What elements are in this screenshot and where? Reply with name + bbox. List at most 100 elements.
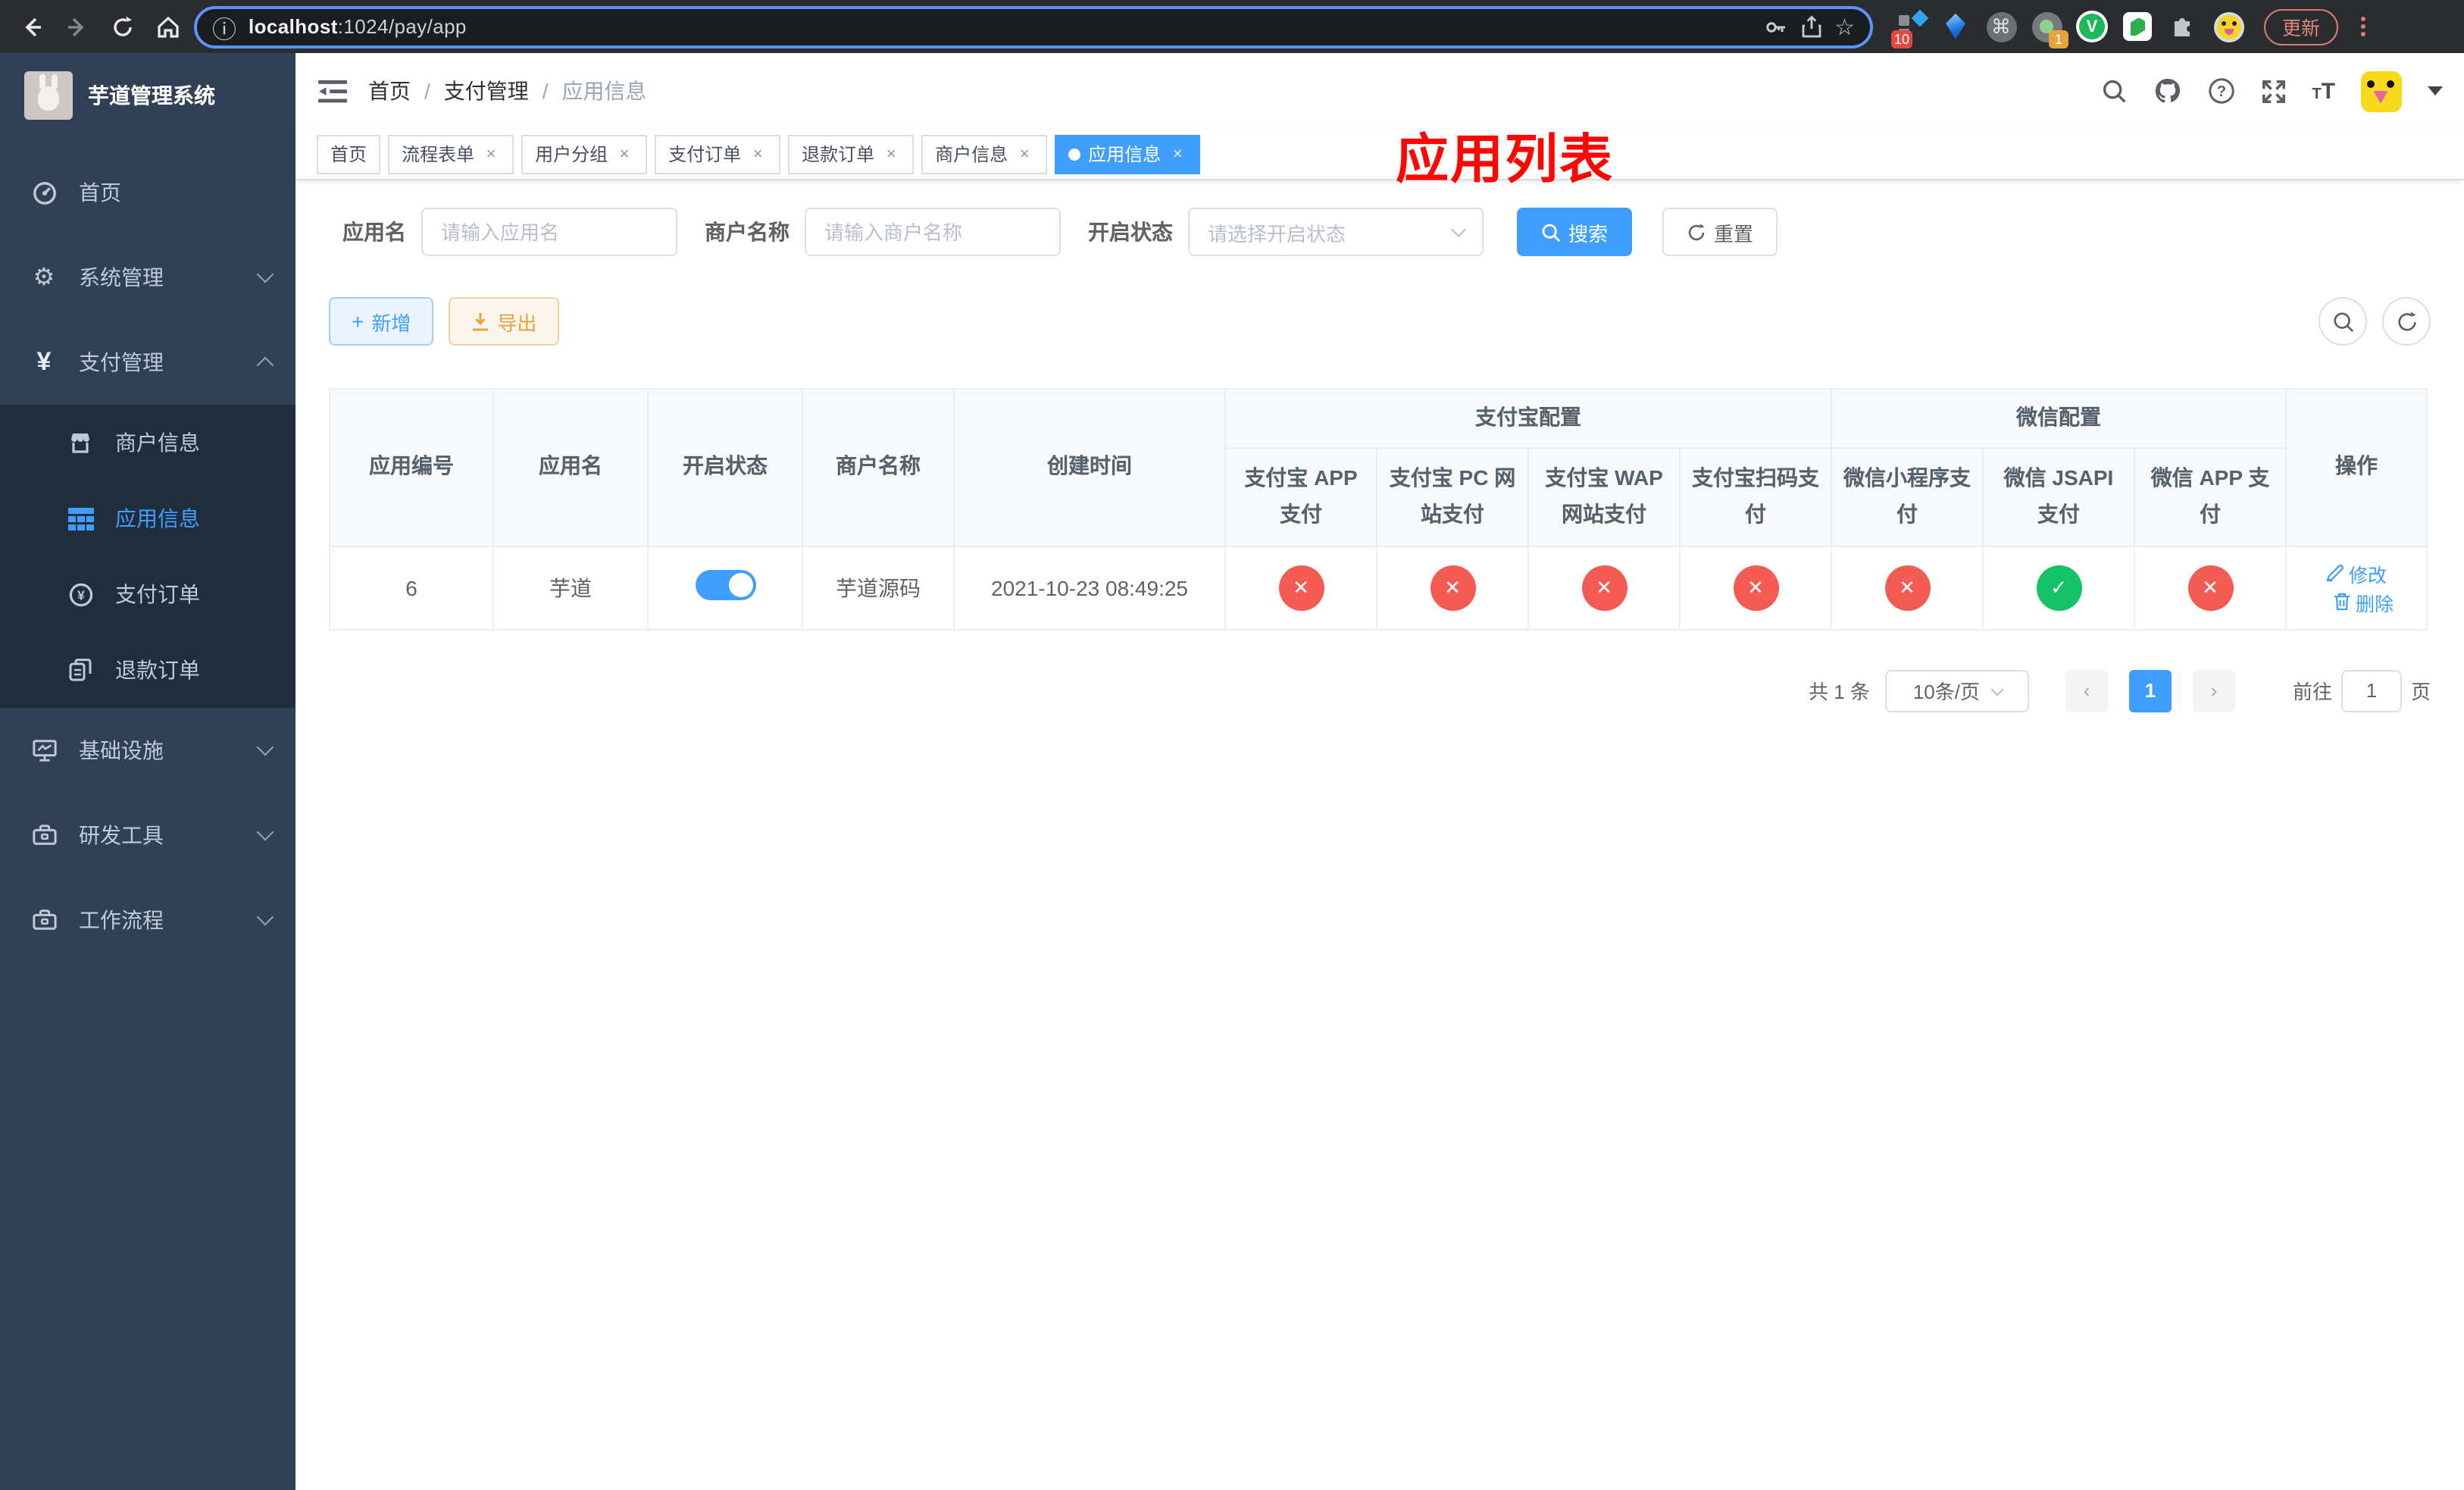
active-dot — [1068, 148, 1081, 160]
toggle-search-button[interactable] — [2319, 297, 2367, 346]
search-button[interactable]: 搜索 — [1517, 208, 1633, 256]
reset-button[interactable]: 重置 — [1662, 208, 1778, 256]
sidebar-item-refund-order[interactable]: 退款订单 — [0, 632, 295, 708]
user-menu-caret-icon[interactable] — [2428, 86, 2443, 95]
browser-profile-avatar[interactable] — [2212, 11, 2244, 42]
extension-notes-icon[interactable] — [2122, 11, 2153, 42]
close-icon[interactable]: × — [1168, 145, 1187, 163]
extension-devtools-icon[interactable]: 10 — [1891, 9, 1929, 49]
sidebar-item-label: 系统管理 — [79, 265, 164, 290]
address-bar[interactable]: ⓘ localhost:1024/pay/app ☆ — [194, 5, 1873, 48]
prev-page-button[interactable]: ‹ — [2065, 669, 2108, 712]
logo-avatar — [24, 71, 73, 120]
browser-menu-icon[interactable] — [2352, 14, 2373, 39]
add-button[interactable]: + 新增 — [329, 297, 434, 346]
sidebar-item-label: 支付订单 — [115, 582, 200, 606]
password-key-icon[interactable] — [1763, 14, 1787, 39]
app-name-label: 应用名 — [342, 220, 406, 244]
shop-icon — [67, 430, 94, 455]
fullscreen-icon[interactable] — [2260, 78, 2286, 104]
tab-merchant-info[interactable]: 商户信息 × — [921, 134, 1048, 174]
user-avatar[interactable] — [2361, 70, 2402, 111]
sidebar: 芋道管理系统 首页 ⚙ 系统管理 ¥ 支付管理 商户信息 应用信息 ¥ 支付订单… — [0, 53, 295, 1490]
sidebar-collapse-icon[interactable] — [317, 76, 347, 106]
col-alipay-scan: 支付宝扫码支付 — [1679, 447, 1832, 547]
tab-home[interactable]: 首页 — [317, 134, 381, 174]
extensions-area: 10 ⌘ 1 V 更新 — [1891, 8, 2373, 49]
browser-reload-icon[interactable] — [103, 7, 142, 46]
chevron-up-icon — [256, 356, 274, 374]
chrome-update-button[interactable]: 更新 — [2264, 8, 2339, 45]
font-size-icon[interactable]: TT — [2312, 78, 2335, 104]
edit-link[interactable]: 修改 — [2326, 559, 2387, 587]
extension-vue-icon[interactable]: V — [2076, 11, 2108, 42]
navbar: 首页 / 支付管理 / 应用信息 ? TT — [295, 53, 2464, 129]
wx-jsapi-status-icon: ✓ — [2036, 565, 2081, 611]
alipay-wap-status-icon: ✕ — [1581, 565, 1627, 611]
toolbox-icon — [30, 908, 58, 932]
grid-icon — [67, 507, 94, 530]
wx-app-status-icon: ✕ — [2187, 565, 2233, 611]
refresh-button[interactable] — [2382, 297, 2431, 346]
goto-page-input[interactable] — [2340, 669, 2402, 712]
page-number-1[interactable]: 1 — [2128, 669, 2172, 712]
extensions-puzzle-icon[interactable] — [2167, 11, 2199, 42]
sidebar-item-merchant-info[interactable]: 商户信息 — [0, 405, 295, 480]
delete-link[interactable]: 删除 — [2334, 587, 2394, 616]
export-button[interactable]: 导出 — [449, 297, 560, 346]
tab-pay-order[interactable]: 支付订单 × — [655, 134, 781, 174]
sidebar-item-pay-order[interactable]: ¥ 支付订单 — [0, 556, 295, 632]
tab-refund-order[interactable]: 退款订单 × — [788, 134, 915, 174]
header-search-icon[interactable] — [2101, 78, 2127, 104]
close-icon[interactable]: × — [615, 145, 633, 163]
app-name-input[interactable] — [421, 208, 677, 256]
extension-command-icon[interactable]: ⌘ — [1985, 11, 2017, 42]
bookmark-star-icon[interactable]: ☆ — [1834, 13, 1855, 40]
next-page-button[interactable]: › — [2192, 669, 2235, 712]
sidebar-item-system[interactable]: ⚙ 系统管理 — [0, 235, 295, 320]
site-info-icon[interactable]: ⓘ — [212, 8, 236, 45]
sidebar-item-label: 退款订单 — [115, 658, 200, 682]
breadcrumb-payment[interactable]: 支付管理 — [444, 76, 529, 106]
plus-icon: + — [352, 309, 364, 333]
tab-user-group[interactable]: 用户分组 × — [521, 134, 648, 174]
sidebar-item-payment[interactable]: ¥ 支付管理 — [0, 320, 295, 405]
help-icon[interactable]: ? — [2207, 77, 2234, 105]
col-alipay-pc: 支付宝 PC 网站支付 — [1376, 447, 1529, 547]
dashboard-icon — [30, 180, 58, 205]
share-icon[interactable] — [1800, 14, 1822, 39]
extension-gem-icon[interactable] — [1940, 11, 1972, 42]
chevron-down-icon — [1451, 222, 1466, 237]
sidebar-item-label: 商户信息 — [115, 430, 200, 455]
close-icon[interactable]: × — [882, 145, 900, 163]
coin-icon: ¥ — [67, 581, 94, 607]
github-icon[interactable] — [2153, 77, 2181, 105]
browser-forward-icon[interactable] — [58, 7, 97, 46]
sidebar-item-workflow[interactable]: 工作流程 — [0, 878, 295, 963]
browser-toolbar: ⓘ localhost:1024/pay/app ☆ 10 ⌘ 1 V 更新 — [0, 0, 2464, 53]
sidebar-item-app-info[interactable]: 应用信息 — [0, 480, 295, 556]
col-merchant: 商户名称 — [802, 388, 955, 547]
tab-process-form[interactable]: 流程表单 × — [388, 134, 514, 174]
close-icon[interactable]: × — [749, 145, 767, 163]
search-form: 应用名 商户名称 开启状态 请选择开启状态 搜索 重置 — [329, 208, 2431, 256]
sidebar-item-home[interactable]: 首页 — [0, 150, 295, 235]
extension-recorder-icon[interactable]: 1 — [2031, 11, 2068, 49]
breadcrumb-home[interactable]: 首页 — [368, 76, 411, 106]
breadcrumb-current: 应用信息 — [561, 79, 647, 103]
sidebar-item-infra[interactable]: 基础设施 — [0, 708, 295, 793]
row-status-toggle[interactable] — [695, 570, 755, 601]
browser-back-icon[interactable] — [12, 7, 52, 46]
col-wx-app: 微信 APP 支付 — [2134, 447, 2287, 547]
browser-home-icon[interactable] — [149, 7, 188, 46]
close-icon[interactable]: × — [1015, 145, 1033, 163]
merchant-name-input[interactable] — [805, 208, 1061, 256]
alipay-scan-status-icon: ✕ — [1733, 565, 1778, 611]
close-icon[interactable]: × — [482, 145, 500, 163]
sidebar-logo[interactable]: 芋道管理系统 — [0, 53, 295, 138]
sidebar-item-devtools[interactable]: 研发工具 — [0, 793, 295, 878]
chevron-down-icon — [1990, 682, 2003, 696]
status-select[interactable]: 请选择开启状态 — [1188, 208, 1484, 256]
page-size-select[interactable]: 10条/页 — [1884, 669, 2029, 712]
tab-app-info[interactable]: 应用信息 × — [1055, 134, 1201, 174]
